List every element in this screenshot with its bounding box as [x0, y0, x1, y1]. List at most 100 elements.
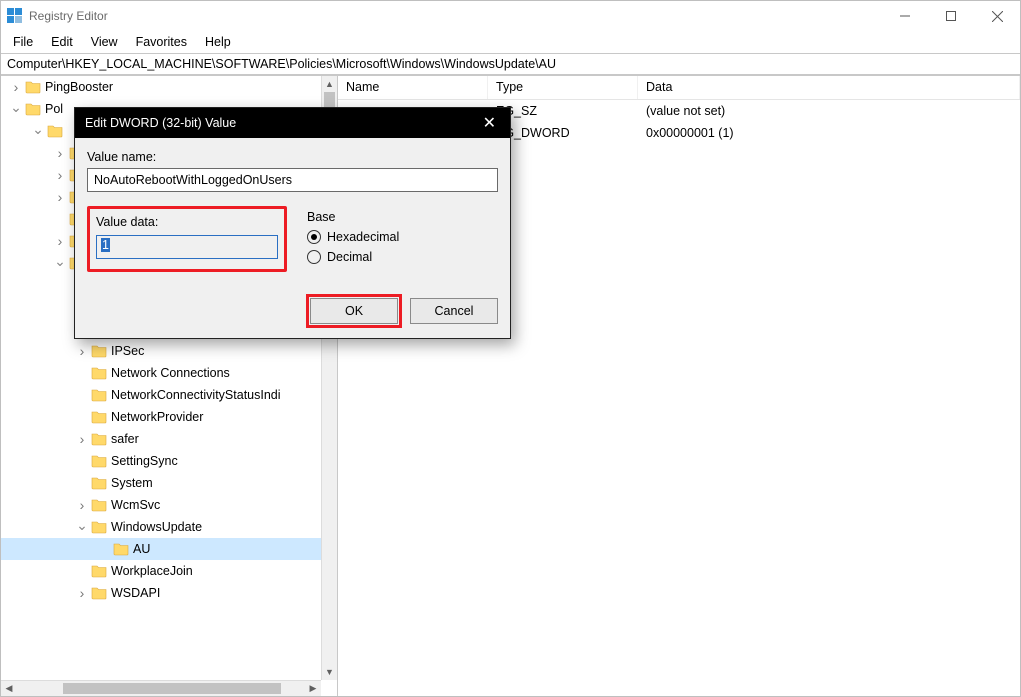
folder-icon: [25, 102, 41, 116]
chevron-right-icon[interactable]: ›: [53, 234, 67, 248]
folder-icon: [91, 586, 107, 600]
tree-item-label: Pol: [45, 102, 63, 116]
chevron-down-icon[interactable]: ⌄: [53, 254, 67, 268]
tree-item-label: WSDAPI: [111, 586, 160, 600]
chevron-right-icon[interactable]: ›: [53, 168, 67, 182]
radio-dec-indicator: [307, 250, 321, 264]
col-name[interactable]: Name: [338, 76, 488, 99]
value-data-input[interactable]: 1: [96, 235, 278, 259]
tree-item-label: System: [111, 476, 153, 490]
folder-icon: [91, 520, 107, 534]
folder-icon: [47, 124, 63, 138]
value-data-label: Value data:: [96, 215, 278, 229]
chevron-right-icon[interactable]: ›: [75, 344, 89, 358]
dialog-titlebar[interactable]: Edit DWORD (32-bit) Value ✕: [75, 108, 510, 138]
tree-item-label: WcmSvc: [111, 498, 160, 512]
tree-item[interactable]: WorkplaceJoin: [1, 560, 321, 582]
tree-item[interactable]: SettingSync: [1, 450, 321, 472]
tree-item[interactable]: System: [1, 472, 321, 494]
folder-icon: [91, 498, 107, 512]
minimize-button[interactable]: [882, 1, 928, 31]
menu-help[interactable]: Help: [197, 33, 239, 51]
chevron-right-icon[interactable]: ›: [75, 498, 89, 512]
chevron-right-icon[interactable]: ›: [75, 586, 89, 600]
value-data-cell: (value not set): [638, 104, 1020, 118]
chevron-right-icon[interactable]: ›: [53, 146, 67, 160]
cancel-button[interactable]: Cancel: [410, 298, 498, 324]
tree-item[interactable]: ›PingBooster: [1, 76, 321, 98]
folder-icon: [91, 388, 107, 402]
folder-icon: [113, 542, 129, 556]
dialog-body: Value name: Value data: 1 Base Hexadecim…: [75, 138, 510, 338]
window-controls: [882, 1, 1020, 31]
hscroll-thumb[interactable]: [63, 683, 281, 694]
folder-icon: [91, 344, 107, 358]
tree-item[interactable]: › WcmSvc: [1, 494, 321, 516]
menu-edit[interactable]: Edit: [43, 33, 81, 51]
tree-item[interactable]: › IPSec: [1, 340, 321, 362]
radio-hex-indicator: [307, 230, 321, 244]
address-text: Computer\HKEY_LOCAL_MACHINE\SOFTWARE\Pol…: [7, 57, 556, 71]
scroll-left-arrow[interactable]: ◀: [1, 681, 17, 696]
horizontal-scrollbar[interactable]: ◀ ▶: [1, 680, 321, 696]
menu-view[interactable]: View: [83, 33, 126, 51]
scroll-down-arrow[interactable]: ▼: [322, 664, 337, 680]
tree-item[interactable]: ⌄WindowsUpdate: [1, 516, 321, 538]
tree-item[interactable]: NetworkProvider: [1, 406, 321, 428]
address-bar[interactable]: Computer\HKEY_LOCAL_MACHINE\SOFTWARE\Pol…: [1, 53, 1020, 75]
radio-hexadecimal[interactable]: Hexadecimal: [307, 230, 399, 244]
folder-icon: [91, 476, 107, 490]
tree-item-label: WorkplaceJoin: [111, 564, 193, 578]
scroll-up-arrow[interactable]: ▲: [322, 76, 337, 92]
folder-icon: [91, 366, 107, 380]
col-data[interactable]: Data: [638, 76, 1020, 99]
window-title: Registry Editor: [29, 9, 882, 23]
tree-item-label: Network Connections: [111, 366, 230, 380]
value-data-text: 1: [101, 238, 110, 252]
radio-dec-label: Decimal: [327, 250, 372, 264]
chevron-right-icon[interactable]: ›: [53, 190, 67, 204]
chevron-down-icon[interactable]: ⌄: [9, 100, 23, 114]
value-name-input[interactable]: [87, 168, 498, 192]
close-button[interactable]: [974, 1, 1020, 31]
maximize-button[interactable]: [928, 1, 974, 31]
app-icon: [7, 8, 23, 24]
ok-button[interactable]: OK: [310, 298, 398, 324]
tree-item[interactable]: Network Connections: [1, 362, 321, 384]
folder-icon: [91, 454, 107, 468]
folder-icon: [25, 80, 41, 94]
value-data-highlight: Value data: 1: [87, 206, 287, 272]
tree-item-label: safer: [111, 432, 139, 446]
values-header: Name Type Data: [338, 76, 1020, 100]
registry-editor-window: Registry Editor File Edit View Favorites…: [0, 0, 1021, 697]
radio-decimal[interactable]: Decimal: [307, 250, 399, 264]
tree-item[interactable]: › WSDAPI: [1, 582, 321, 604]
scroll-right-arrow[interactable]: ▶: [305, 681, 321, 696]
tree-item[interactable]: NetworkConnectivityStatusIndi: [1, 384, 321, 406]
folder-icon: [91, 432, 107, 446]
dialog-close-icon[interactable]: ✕: [479, 113, 500, 133]
folder-icon: [91, 564, 107, 578]
menu-favorites[interactable]: Favorites: [128, 33, 195, 51]
tree-item-label: NetworkProvider: [111, 410, 203, 424]
tree-item-label: AU: [133, 542, 150, 556]
tree-item[interactable]: › safer: [1, 428, 321, 450]
chevron-down-icon[interactable]: ⌄: [75, 518, 89, 532]
tree-item-label: IPSec: [111, 344, 144, 358]
tree-item-label: SettingSync: [111, 454, 178, 468]
folder-icon: [91, 410, 107, 424]
tree-item-selected[interactable]: AU: [1, 538, 321, 560]
col-type[interactable]: Type: [488, 76, 638, 99]
base-label: Base: [307, 210, 399, 224]
dialog-title: Edit DWORD (32-bit) Value: [85, 116, 479, 130]
value-data-cell: 0x00000001 (1): [638, 126, 1020, 140]
base-group: Base Hexadecimal Decimal: [307, 206, 399, 272]
menu-file[interactable]: File: [5, 33, 41, 51]
chevron-down-icon[interactable]: ⌄: [31, 122, 45, 136]
radio-hex-label: Hexadecimal: [327, 230, 399, 244]
edit-dword-dialog: Edit DWORD (32-bit) Value ✕ Value name: …: [74, 107, 511, 339]
chevron-right-icon[interactable]: ›: [9, 80, 23, 94]
menubar: File Edit View Favorites Help: [1, 31, 1020, 53]
chevron-right-icon[interactable]: ›: [75, 432, 89, 446]
titlebar: Registry Editor: [1, 1, 1020, 31]
